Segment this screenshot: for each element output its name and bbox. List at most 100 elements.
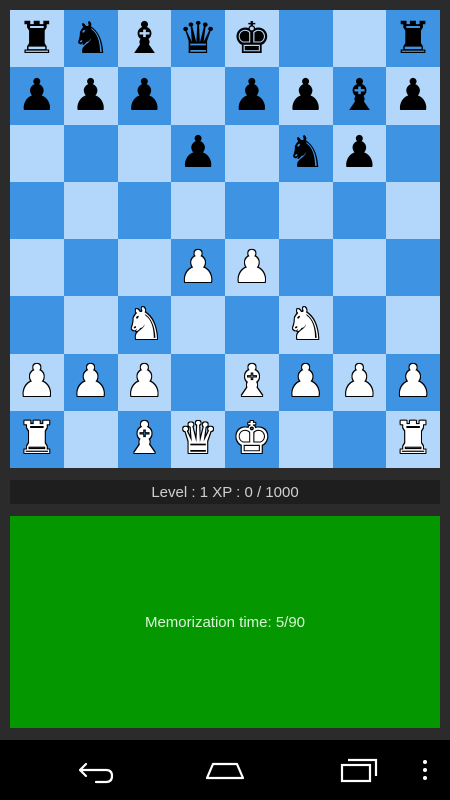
memorization-panel[interactable]: Memorization time: 5/90 [10, 516, 440, 728]
square-c5[interactable] [117, 181, 172, 239]
square-d8[interactable]: ♛ [171, 10, 225, 68]
square-g3[interactable] [332, 296, 387, 354]
square-e4[interactable]: ♟ [225, 239, 279, 297]
square-f7[interactable]: ♟ [278, 67, 333, 125]
square-e1[interactable]: ♚ [225, 410, 279, 468]
square-h1[interactable]: ♜ [386, 410, 440, 468]
square-b8[interactable]: ♞ [63, 10, 118, 68]
white-pawn-icon[interactable]: ♟ [178, 245, 217, 290]
home-button[interactable] [195, 750, 255, 790]
white-pawn-icon[interactable]: ♟ [17, 360, 56, 404]
black-rook-icon[interactable]: ♜ [17, 16, 56, 61]
square-e8[interactable]: ♚ [225, 10, 279, 68]
square-h5[interactable] [386, 181, 440, 239]
white-knight-icon[interactable]: ♞ [286, 302, 325, 347]
square-b1[interactable] [63, 410, 118, 468]
chess-board[interactable]: ♜ ♞ ♝ ♛ ♚ ♜ ♟ ♟ ♟ ♟ ♟ ♝ ♟ ♟ ♞ ♟ ♟ ♟ ♞ ♞ ♟ ♟ ♟ ♝ ♟ ♟ ♟ ♜ ♝ ♛ ♚ ♜ [10, 10, 440, 468]
square-c6[interactable] [117, 124, 172, 182]
black-pawn-icon[interactable]: ♟ [178, 131, 217, 175]
square-b4[interactable] [63, 239, 118, 297]
square-h8[interactable]: ♜ [386, 10, 440, 68]
overflow-menu-button[interactable] [410, 750, 440, 790]
square-b5[interactable] [63, 181, 118, 239]
square-d3[interactable] [171, 296, 225, 354]
square-e2[interactable]: ♝ [225, 353, 279, 411]
white-bishop-icon[interactable]: ♝ [125, 417, 164, 461]
black-pawn-icon[interactable]: ♟ [17, 73, 56, 118]
square-a2[interactable]: ♟ [10, 353, 64, 411]
black-knight-icon[interactable]: ♞ [286, 131, 325, 175]
square-c1[interactable]: ♝ [117, 410, 172, 468]
black-bishop-icon[interactable]: ♝ [125, 16, 164, 61]
square-b7[interactable]: ♟ [63, 67, 118, 125]
black-pawn-icon[interactable]: ♟ [340, 131, 379, 175]
white-pawn-icon[interactable]: ♟ [340, 360, 379, 404]
recents-button[interactable] [328, 750, 388, 790]
square-e7[interactable]: ♟ [225, 67, 279, 125]
black-pawn-icon[interactable]: ♟ [125, 73, 164, 118]
square-c3[interactable]: ♞ [117, 296, 172, 354]
square-a3[interactable] [10, 296, 64, 354]
white-pawn-icon[interactable]: ♟ [71, 360, 110, 404]
square-h6[interactable] [386, 124, 440, 182]
square-c4[interactable] [117, 239, 172, 297]
white-rook-icon[interactable]: ♜ [17, 417, 56, 461]
square-g5[interactable] [332, 181, 387, 239]
square-g7[interactable]: ♝ [332, 67, 387, 125]
white-queen-icon[interactable]: ♛ [178, 417, 217, 461]
square-a1[interactable]: ♜ [10, 410, 64, 468]
black-queen-icon[interactable]: ♛ [178, 16, 217, 61]
square-f5[interactable] [278, 181, 333, 239]
square-h7[interactable]: ♟ [386, 67, 440, 125]
square-g2[interactable]: ♟ [332, 353, 387, 411]
square-f2[interactable]: ♟ [278, 353, 333, 411]
square-e3[interactable] [225, 296, 279, 354]
square-d6[interactable]: ♟ [171, 124, 225, 182]
white-rook-icon[interactable]: ♜ [393, 417, 432, 461]
square-g6[interactable]: ♟ [332, 124, 387, 182]
square-a5[interactable] [10, 181, 64, 239]
square-b6[interactable] [63, 124, 118, 182]
square-h3[interactable] [386, 296, 440, 354]
square-h2[interactable]: ♟ [386, 353, 440, 411]
square-h4[interactable] [386, 239, 440, 297]
square-f3[interactable]: ♞ [278, 296, 333, 354]
black-rook-icon[interactable]: ♜ [393, 16, 432, 61]
square-a4[interactable] [10, 239, 64, 297]
square-a6[interactable] [10, 124, 64, 182]
square-e6[interactable] [225, 124, 279, 182]
white-pawn-icon[interactable]: ♟ [286, 360, 325, 404]
black-king-icon[interactable]: ♚ [232, 16, 271, 61]
square-f1[interactable] [278, 410, 333, 468]
black-pawn-icon[interactable]: ♟ [232, 73, 271, 118]
black-pawn-icon[interactable]: ♟ [393, 73, 432, 118]
square-g8[interactable] [332, 10, 387, 68]
square-c7[interactable]: ♟ [117, 67, 172, 125]
square-a8[interactable]: ♜ [10, 10, 64, 68]
square-a7[interactable]: ♟ [10, 67, 64, 125]
white-pawn-icon[interactable]: ♟ [232, 245, 271, 290]
black-knight-icon[interactable]: ♞ [71, 16, 110, 61]
black-pawn-icon[interactable]: ♟ [286, 73, 325, 118]
black-pawn-icon[interactable]: ♟ [71, 73, 110, 118]
back-button[interactable] [64, 750, 124, 790]
square-f8[interactable] [278, 10, 333, 68]
white-pawn-icon[interactable]: ♟ [125, 360, 164, 404]
square-d4[interactable]: ♟ [171, 239, 225, 297]
white-pawn-icon[interactable]: ♟ [393, 360, 432, 404]
square-g4[interactable] [332, 239, 387, 297]
square-d7[interactable] [171, 67, 225, 125]
square-e5[interactable] [225, 181, 279, 239]
square-d5[interactable] [171, 181, 225, 239]
square-b2[interactable]: ♟ [63, 353, 118, 411]
white-knight-icon[interactable]: ♞ [125, 302, 164, 347]
square-d1[interactable]: ♛ [171, 410, 225, 468]
white-bishop-icon[interactable]: ♝ [232, 360, 271, 404]
square-g1[interactable] [332, 410, 387, 468]
square-f6[interactable]: ♞ [278, 124, 333, 182]
square-d2[interactable] [171, 353, 225, 411]
square-b3[interactable] [63, 296, 118, 354]
white-king-icon[interactable]: ♚ [232, 417, 271, 461]
square-c2[interactable]: ♟ [117, 353, 172, 411]
square-f4[interactable] [278, 239, 333, 297]
